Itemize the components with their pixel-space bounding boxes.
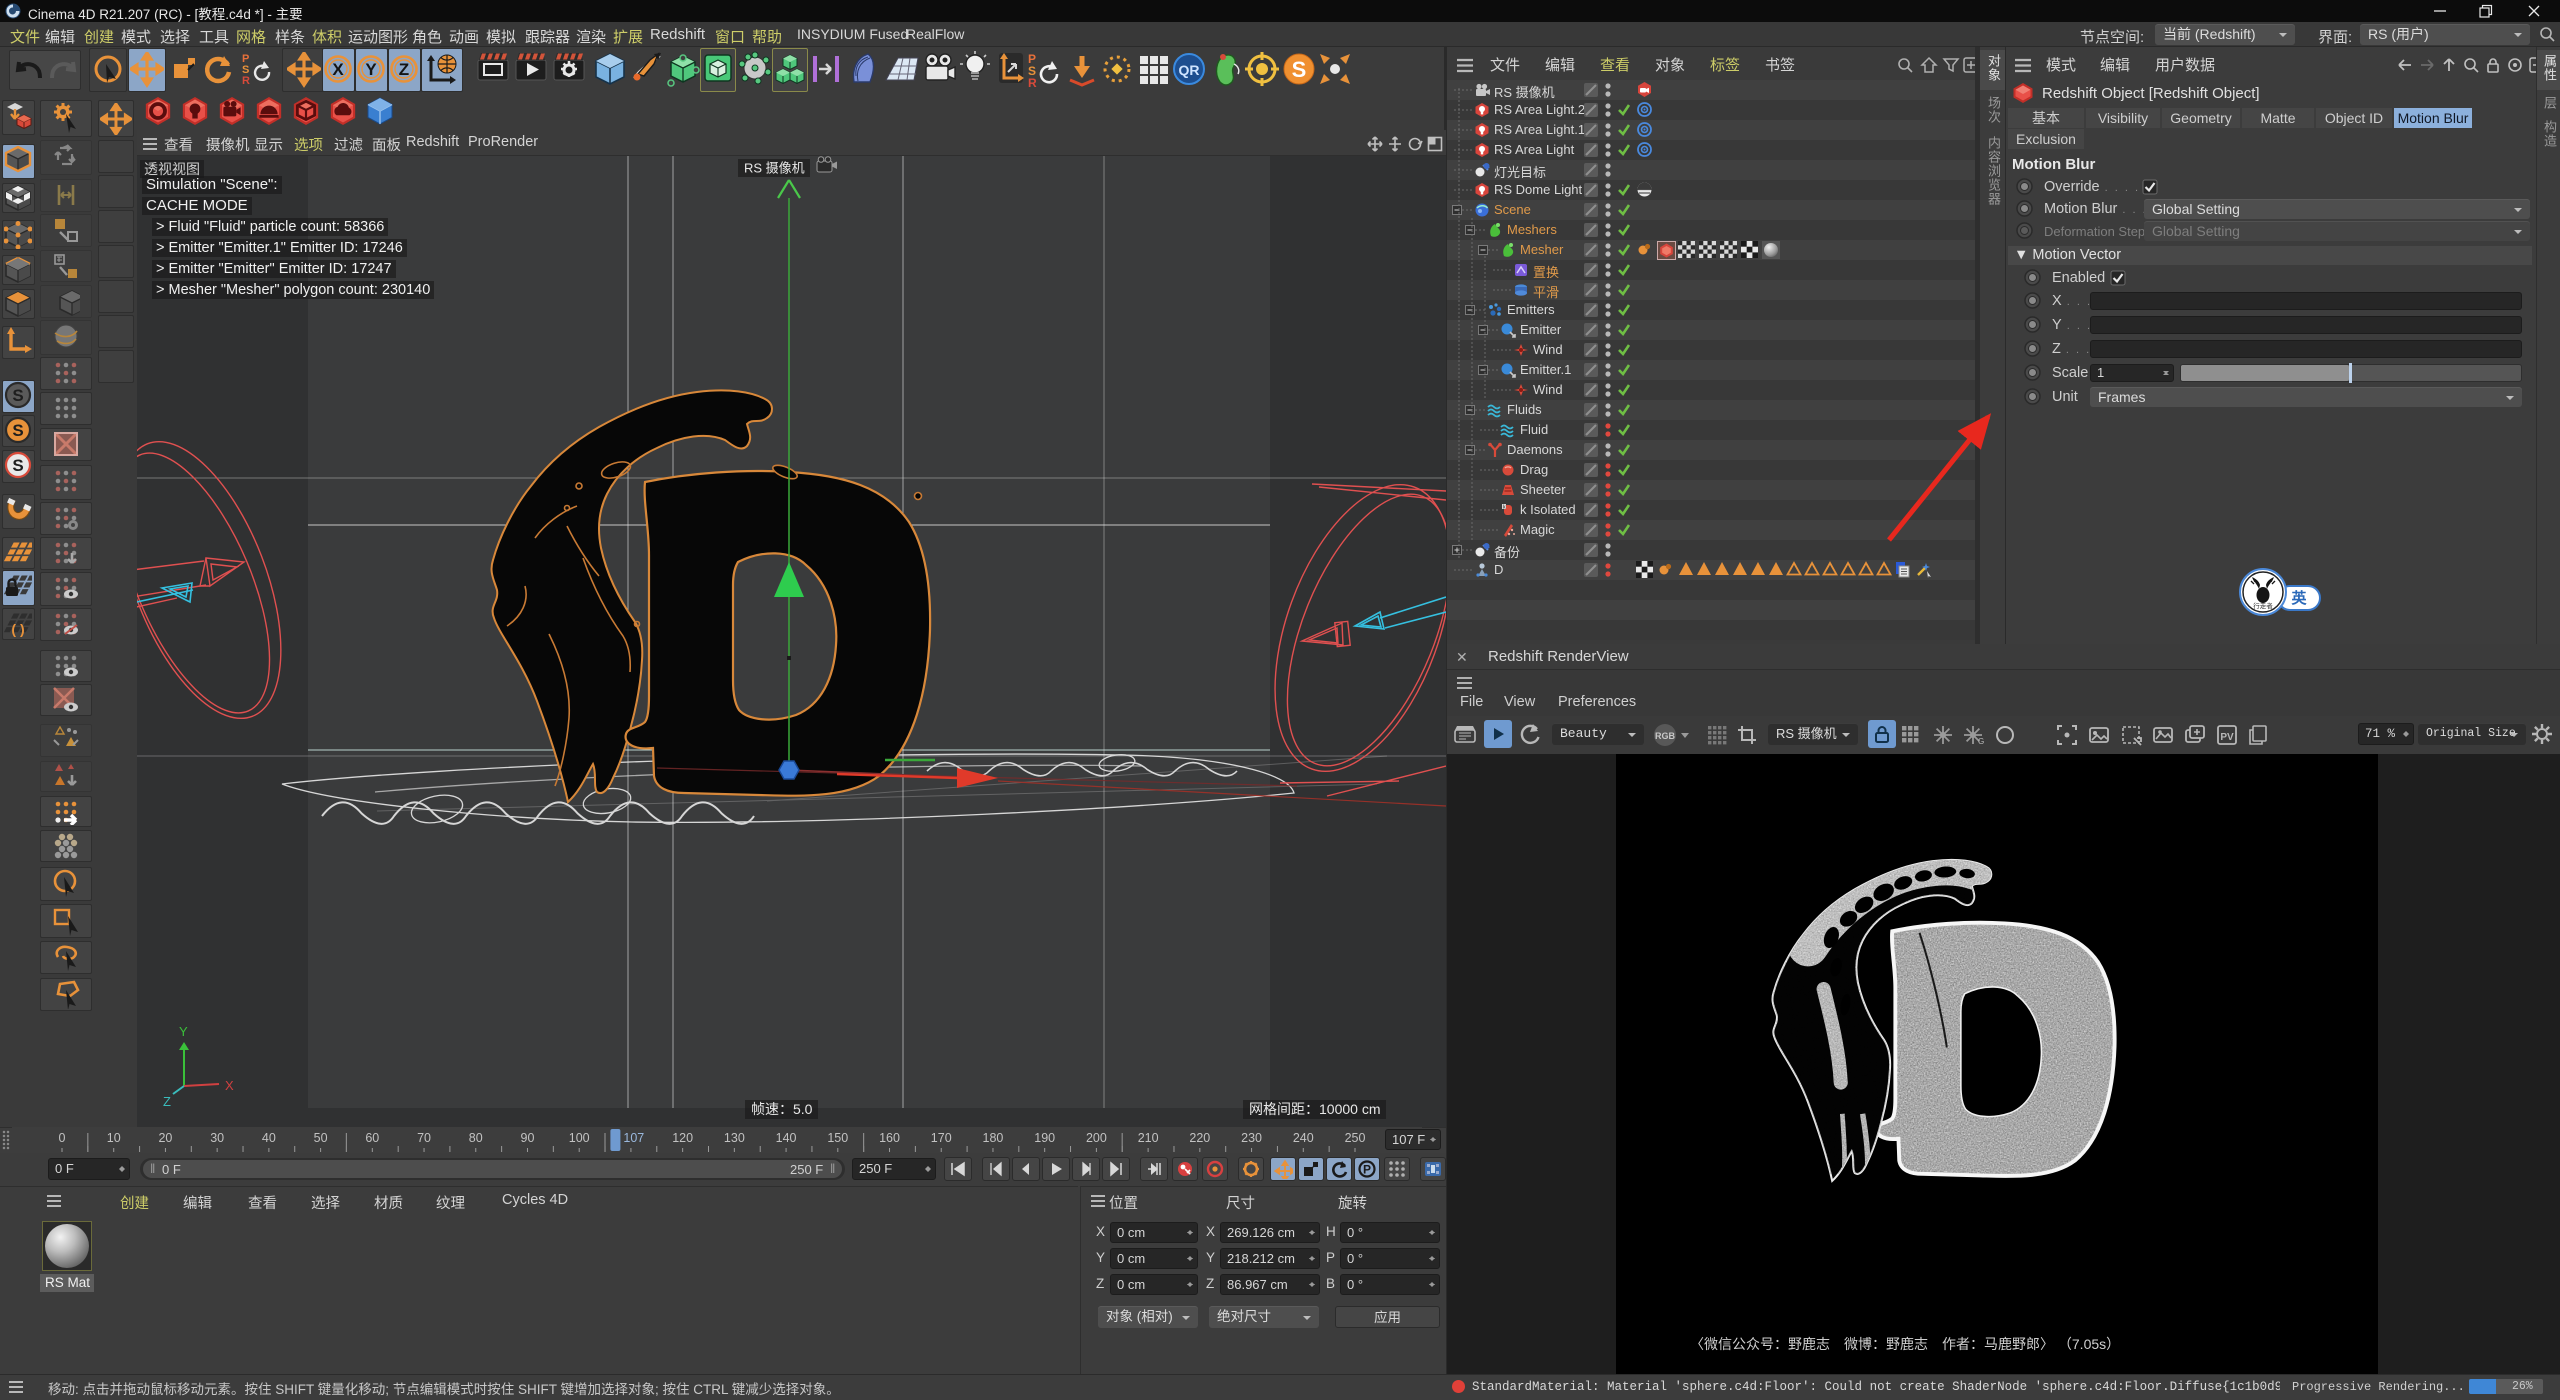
svg-text:140: 140	[776, 1131, 797, 1145]
svg-text:240: 240	[1293, 1131, 1314, 1145]
svg-text:英: 英	[2291, 589, 2307, 607]
svg-text:R: R	[242, 75, 250, 87]
svg-text:X: X	[332, 60, 344, 79]
svg-text:250: 250	[1345, 1131, 1366, 1145]
svg-text:40: 40	[262, 1131, 276, 1145]
svg-text:行走者: 行走者	[2253, 601, 2273, 610]
svg-text:170: 170	[931, 1131, 952, 1145]
svg-text:160: 160	[879, 1131, 900, 1145]
svg-text:200: 200	[1086, 1131, 1107, 1145]
svg-text:S: S	[12, 456, 23, 475]
svg-text:230: 230	[1241, 1131, 1262, 1145]
svg-text:X: X	[225, 1078, 234, 1093]
svg-text:PV: PV	[2220, 732, 2234, 743]
svg-text:Y: Y	[365, 60, 377, 79]
svg-text:190: 190	[1034, 1131, 1055, 1145]
svg-text:120: 120	[672, 1131, 693, 1145]
svg-text:RGB: RGB	[1655, 731, 1676, 741]
svg-text:90: 90	[521, 1131, 535, 1145]
svg-text:80: 80	[469, 1131, 483, 1145]
svg-text:Z: Z	[399, 60, 409, 79]
svg-text:S: S	[12, 386, 23, 405]
svg-text:S: S	[1292, 57, 1307, 82]
svg-text:130: 130	[724, 1131, 745, 1145]
svg-text:Z: Z	[163, 1094, 171, 1109]
svg-text:R: R	[1028, 76, 1037, 90]
svg-text:( ): ( )	[11, 621, 24, 637]
svg-text:10: 10	[107, 1131, 121, 1145]
svg-text:30: 30	[210, 1131, 224, 1145]
svg-text:220: 220	[1189, 1131, 1210, 1145]
svg-text:50: 50	[314, 1131, 328, 1145]
svg-text:Y: Y	[179, 1024, 188, 1039]
svg-text:150: 150	[827, 1131, 848, 1145]
svg-text:P: P	[1363, 1163, 1371, 1177]
svg-text:180: 180	[983, 1131, 1004, 1145]
svg-text:0: 0	[59, 1131, 66, 1145]
svg-text:60: 60	[365, 1131, 379, 1145]
svg-text:210: 210	[1138, 1131, 1159, 1145]
svg-text:100: 100	[569, 1131, 590, 1145]
svg-text:G: G	[1978, 737, 1984, 746]
svg-text:20: 20	[158, 1131, 172, 1145]
svg-text:QR: QR	[1179, 62, 1200, 78]
svg-text:70: 70	[417, 1131, 431, 1145]
svg-text:RS 摄像机: RS 摄像机	[744, 161, 805, 176]
svg-text:107: 107	[623, 1131, 644, 1145]
svg-text:S: S	[12, 421, 23, 440]
